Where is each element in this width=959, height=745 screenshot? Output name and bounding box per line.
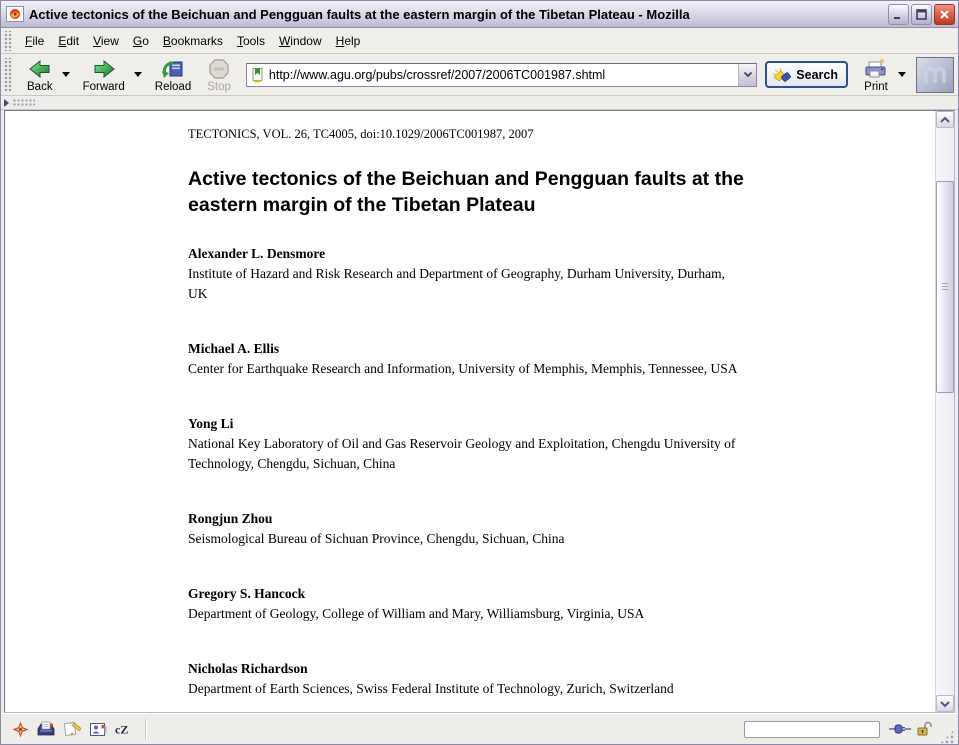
navigator-icon[interactable] [9,719,31,739]
author-block: Alexander L. Densmore Institute of Hazar… [188,244,740,304]
author-block: Rongjun Zhou Seismological Bureau of Sic… [188,509,740,549]
menu-tools[interactable]: Tools [230,31,272,51]
personal-toolbar-grippy[interactable] [13,99,35,107]
scroll-down-button[interactable] [936,695,954,712]
forward-arrow-icon [92,58,116,80]
author-block: Nicholas Richardson Department of Earth … [188,659,740,699]
flashlight-icon [772,67,792,83]
menu-window[interactable]: Window [272,31,329,51]
menu-view[interactable]: View [86,31,126,51]
author-name: Michael A. Ellis [188,339,740,359]
forward-label: Forward [83,81,125,93]
print-dropdown-arrow[interactable] [898,72,906,77]
security-lock-icon[interactable] [912,719,936,739]
reload-button[interactable]: Reload [148,56,198,94]
search-button[interactable]: Search [765,61,848,88]
author-affiliation: Department of Geology, College of Willia… [188,604,740,624]
back-arrow-icon [28,58,52,80]
article-page: TECTONICS, VOL. 26, TC4005, doi:10.1029/… [5,111,935,712]
author-list: Alexander L. Densmore Institute of Hazar… [188,244,935,699]
print-label: Print [864,81,888,93]
author-block: Gregory S. Hancock Department of Geology… [188,584,740,624]
statusbar: cZ [1,713,958,744]
author-affiliation: Institute of Hazard and Risk Research an… [188,264,740,304]
article-title: Active tectonics of the Beichuan and Pen… [188,166,744,218]
mozilla-app-icon [6,6,24,22]
mozilla-throbber-icon[interactable] [916,57,954,93]
scroll-up-button[interactable] [936,111,954,128]
printer-icon [863,58,889,80]
back-dropdown-arrow[interactable] [62,72,70,77]
stop-button: Stop [200,56,238,94]
scrollbar-track[interactable] [936,128,954,695]
svg-text:cZ: cZ [115,723,128,737]
titlebar: Active tectonics of the Beichuan and Pen… [1,1,958,28]
menu-edit[interactable]: Edit [51,31,86,51]
toolbar-grippy[interactable] [3,58,12,92]
vertical-scrollbar[interactable] [935,111,954,712]
stop-icon [208,58,230,80]
menu-file[interactable]: File [18,31,51,51]
author-name: Rongjun Zhou [188,509,740,529]
url-bar [246,63,757,87]
browser-content: TECTONICS, VOL. 26, TC4005, doi:10.1029/… [4,110,955,713]
author-name: Gregory S. Hancock [188,584,740,604]
author-affiliation: Seismological Bureau of Sichuan Province… [188,529,740,549]
window-resize-grip[interactable] [940,730,954,744]
expand-toolbar-arrow-icon[interactable] [4,99,9,107]
author-affiliation: Center for Earthquake Research and Infor… [188,359,740,379]
statusbar-separator [145,719,147,739]
component-bar: cZ [5,719,141,739]
author-block: Michael A. Ellis Center for Earthquake R… [188,339,740,379]
window-title: Active tectonics of the Beichuan and Pen… [29,7,883,22]
minimize-button[interactable] [888,4,909,25]
scrollbar-thumb[interactable] [936,181,954,393]
reload-label: Reload [155,81,191,93]
forward-dropdown-arrow[interactable] [134,72,142,77]
menu-help[interactable]: Help [329,31,368,51]
chatzilla-icon[interactable]: cZ [113,719,135,739]
back-label: Back [27,81,53,93]
menubar: File Edit View Go Bookmarks Tools Window… [1,28,958,54]
menu-go[interactable]: Go [126,31,156,51]
mail-icon[interactable] [35,719,57,739]
stop-label: Stop [207,81,231,93]
author-name: Nicholas Richardson [188,659,740,679]
close-button[interactable] [934,4,955,25]
url-dropdown-button[interactable] [738,64,756,86]
address-book-icon[interactable] [87,719,109,739]
author-block: Yong Li National Key Laboratory of Oil a… [188,414,740,474]
author-name: Yong Li [188,414,740,434]
plug-icon[interactable] [888,719,912,739]
search-label: Search [796,68,838,82]
progress-meter [744,721,880,738]
browser-window: Active tectonics of the Beichuan and Pen… [0,0,959,745]
back-button[interactable]: Back [20,56,60,94]
personal-toolbar-collapsed [1,96,958,110]
navigation-toolbar: Back Forward [1,54,958,96]
author-affiliation: National Key Laboratory of Oil and Gas R… [188,434,740,474]
menu-bookmarks[interactable]: Bookmarks [156,31,230,51]
composer-icon[interactable] [61,719,83,739]
maximize-button[interactable] [911,4,932,25]
reload-icon [161,58,185,80]
menubar-grippy[interactable] [3,31,12,51]
url-input[interactable] [269,65,738,85]
author-name: Alexander L. Densmore [188,244,740,264]
author-affiliation: Department of Earth Sciences, Swiss Fede… [188,679,740,699]
journal-citation-line: TECTONICS, VOL. 26, TC4005, doi:10.1029/… [188,127,935,142]
bookmark-page-icon[interactable] [250,67,266,83]
forward-button[interactable]: Forward [76,56,132,94]
print-button[interactable]: Print [856,56,896,94]
